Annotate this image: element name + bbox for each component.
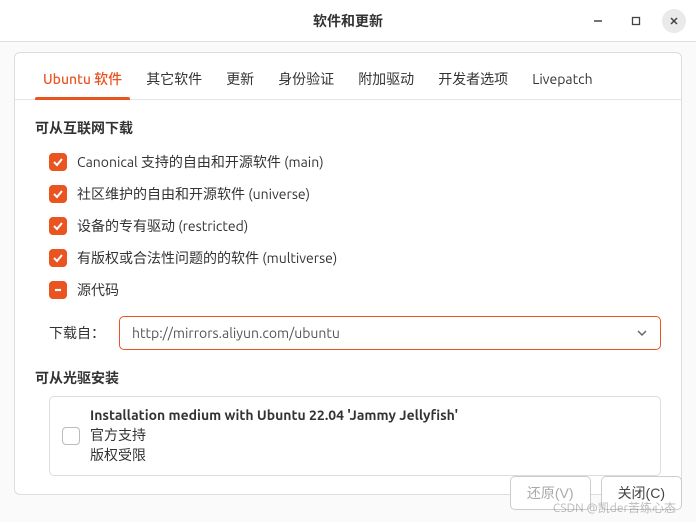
minimize-icon [592, 15, 604, 27]
close-icon [668, 15, 680, 27]
checkbox-row-restricted: 设备的专有驱动 (restricted) [35, 210, 661, 242]
main-card: Ubuntu 软件 其它软件 更新 身份验证 附加驱动 开发者选项 Livepa… [14, 52, 682, 495]
checkbox-restricted[interactable] [49, 217, 67, 235]
close-dialog-button[interactable]: 关闭(C) [601, 476, 682, 510]
install-medium-lines: 官方支持 版权受限 [90, 425, 146, 465]
checkbox-label: 设备的专有驱动 (restricted) [77, 216, 248, 236]
tab-other-software[interactable]: 其它软件 [134, 61, 214, 99]
tab-bar: Ubuntu 软件 其它软件 更新 身份验证 附加驱动 开发者选项 Livepa… [15, 53, 681, 99]
checkbox-label: 有版权或合法性问题的的软件 (multiverse) [77, 248, 337, 268]
checkbox-row-main: Canonical 支持的自由和开源软件 (main) [35, 146, 661, 178]
download-from-label: 下载自： [49, 323, 105, 343]
cdrom-section-title: 可从光驱安装 [35, 368, 661, 388]
checkbox-universe[interactable] [49, 185, 67, 203]
checkbox-main[interactable] [49, 153, 67, 171]
internet-section-title: 可从互联网下载 [35, 118, 661, 138]
checkbox-install-medium[interactable] [62, 427, 80, 445]
download-server-value: http://mirrors.aliyun.com/ubuntu [132, 325, 340, 341]
check-icon [52, 156, 64, 168]
minimize-button[interactable] [586, 9, 610, 33]
close-button[interactable] [662, 9, 686, 33]
window-title: 软件和更新 [313, 11, 383, 31]
checkbox-row-universe: 社区维护的自由和开源软件 (universe) [35, 178, 661, 210]
tab-ubuntu-software[interactable]: Ubuntu 软件 [31, 61, 134, 99]
checkbox-label: Canonical 支持的自由和开源软件 (main) [77, 152, 324, 172]
maximize-icon [630, 15, 642, 27]
titlebar: 软件和更新 [0, 0, 696, 42]
download-server-select[interactable]: http://mirrors.aliyun.com/ubuntu [119, 316, 661, 350]
indeterminate-icon [52, 284, 64, 296]
maximize-button[interactable] [624, 9, 648, 33]
window-controls [586, 9, 686, 33]
checkbox-multiverse[interactable] [49, 249, 67, 267]
revert-button[interactable]: 还原(V) [510, 476, 591, 510]
install-medium-box: Installation medium with Ubuntu 22.04 'J… [49, 396, 661, 476]
check-icon [52, 188, 64, 200]
checkbox-source[interactable] [49, 281, 67, 299]
ubuntu-software-panel: 可从互联网下载 Canonical 支持的自由和开源软件 (main) 社区维护… [15, 100, 681, 494]
checkbox-label: 源代码 [77, 280, 119, 300]
install-medium-title: Installation medium with Ubuntu 22.04 'J… [90, 407, 648, 423]
footer-buttons: 还原(V) 关闭(C) [510, 476, 682, 510]
tab-updates[interactable]: 更新 [214, 61, 266, 99]
tab-developer-options[interactable]: 开发者选项 [426, 61, 520, 99]
install-medium-line2: 版权受限 [90, 445, 146, 465]
content-wrapper: Ubuntu 软件 其它软件 更新 身份验证 附加驱动 开发者选项 Livepa… [0, 42, 696, 505]
checkbox-label: 社区维护的自由和开源软件 (universe) [77, 184, 310, 204]
tab-authentication[interactable]: 身份验证 [266, 61, 346, 99]
checkbox-row-source: 源代码 [35, 274, 661, 306]
tab-livepatch[interactable]: Livepatch [520, 63, 604, 97]
checkbox-row-multiverse: 有版权或合法性问题的的软件 (multiverse) [35, 242, 661, 274]
tab-additional-drivers[interactable]: 附加驱动 [346, 61, 426, 99]
chevron-down-icon [636, 327, 648, 339]
check-icon [52, 252, 64, 264]
download-from-row: 下载自： http://mirrors.aliyun.com/ubuntu [35, 306, 661, 350]
install-medium-line1: 官方支持 [90, 425, 146, 445]
install-medium-row: 官方支持 版权受限 [62, 425, 648, 465]
check-icon [52, 220, 64, 232]
